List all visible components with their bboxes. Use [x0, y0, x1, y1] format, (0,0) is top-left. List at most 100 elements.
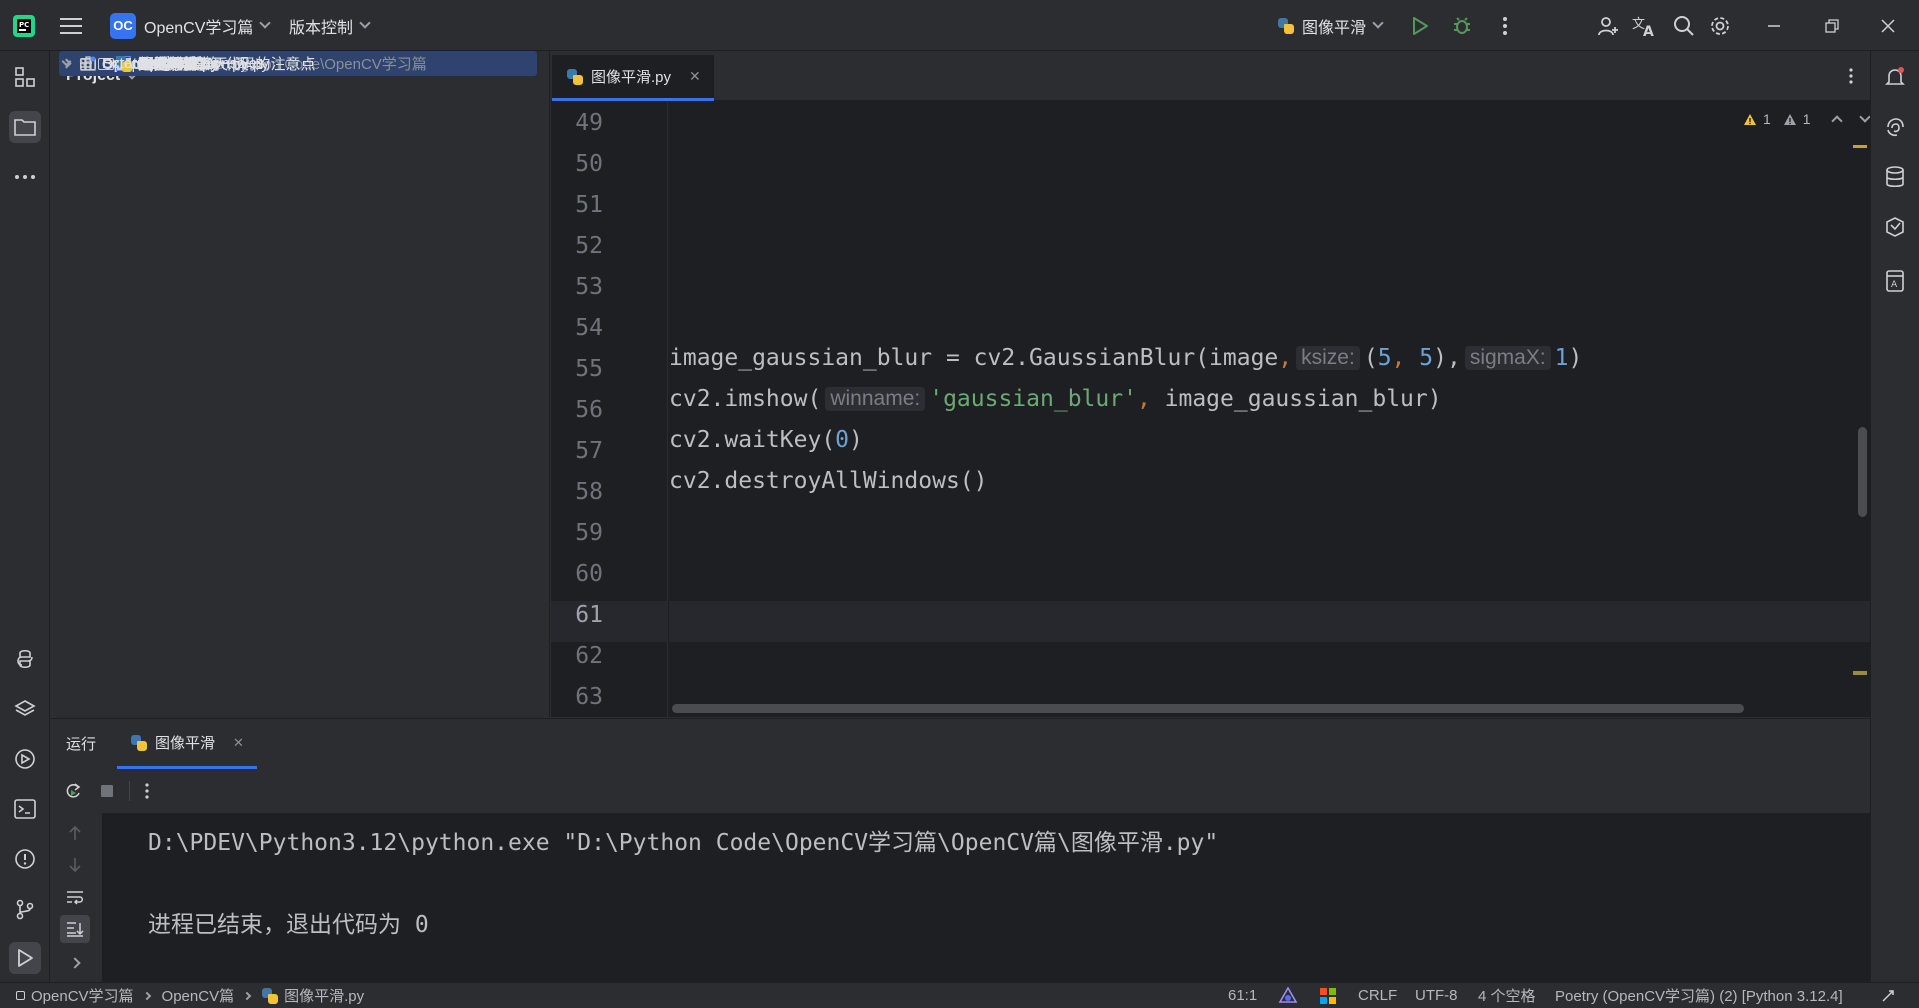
- tree-item[interactable]: Scratches and Consoles: [59, 51, 537, 76]
- debug-icon[interactable]: [1448, 12, 1476, 40]
- vcs-status-icon[interactable]: [1278, 983, 1298, 1008]
- editor-tab[interactable]: 图像平滑.py ✕: [552, 55, 714, 101]
- indent-setting[interactable]: 4 个空格: [1478, 983, 1536, 1008]
- git-branch-icon[interactable]: [9, 893, 41, 925]
- more-actions-icon[interactable]: [1492, 12, 1518, 40]
- line-number[interactable]: 51: [543, 192, 603, 218]
- line-number[interactable]: 62: [543, 643, 603, 669]
- horizontal-scrollbar[interactable]: [672, 704, 1744, 713]
- weak-warning-icon: [1783, 113, 1796, 125]
- weak-warning-count: 1: [1802, 111, 1811, 127]
- services-icon[interactable]: [9, 743, 41, 775]
- weak-warning-stripe-marker[interactable]: [1853, 671, 1867, 675]
- cursor-position[interactable]: 61:1: [1228, 983, 1257, 1008]
- translate-icon[interactable]: 文A: [1630, 12, 1660, 40]
- stop-icon[interactable]: [95, 779, 119, 803]
- file-encoding[interactable]: UTF-8: [1415, 983, 1458, 1008]
- line-number[interactable]: 58: [543, 479, 603, 505]
- line-number[interactable]: 61: [543, 602, 603, 628]
- arrow-up-icon[interactable]: [63, 821, 87, 845]
- chevron-up-icon[interactable]: [1830, 115, 1843, 127]
- python-interpreter[interactable]: Poetry (OpenCV学习篇) (2) [Python 3.12.4]: [1555, 983, 1843, 1008]
- current-line-highlight: [669, 601, 1870, 642]
- project-folder-icon[interactable]: [9, 111, 41, 143]
- notifications-bell-icon[interactable]: [1879, 61, 1911, 93]
- python-file-icon: [1278, 17, 1294, 34]
- line-number[interactable]: 63: [543, 684, 603, 710]
- layers-icon[interactable]: [9, 693, 41, 725]
- restore-icon[interactable]: [1818, 12, 1846, 40]
- arrow-down-icon[interactable]: [63, 853, 87, 877]
- line-number[interactable]: 59: [543, 520, 603, 546]
- tab-actions-icon[interactable]: [1841, 63, 1861, 89]
- python-console-icon[interactable]: [9, 643, 41, 675]
- database-icon[interactable]: [1879, 161, 1911, 193]
- line-number[interactable]: 52: [543, 233, 603, 259]
- scroll-to-end-icon[interactable]: [60, 915, 90, 943]
- line-number[interactable]: 49: [543, 110, 603, 136]
- terminal-icon[interactable]: [9, 793, 41, 825]
- breadcrumb-folder[interactable]: OpenCV篇: [162, 985, 235, 1006]
- run-tab[interactable]: 图像平滑 ✕: [117, 719, 257, 769]
- warning-stripe-marker[interactable]: [1853, 145, 1867, 148]
- status-bar: OpenCV学习篇 OpenCV篇 图像平滑.py 61:1 CRLF UTF-…: [0, 982, 1919, 1007]
- breadcrumb: OpenCV学习篇 OpenCV篇 图像平滑.py: [16, 983, 364, 1008]
- main-menu-icon[interactable]: [60, 0, 82, 51]
- console-output[interactable]: D:\PDEV\Python3.12\python.exe "D:\Python…: [102, 813, 1870, 983]
- project-panel: Project OpenCV学习篇D:\Python Code\OpenCV学习…: [51, 51, 550, 717]
- expand-chevron-icon[interactable]: [63, 951, 87, 975]
- documentation-icon[interactable]: A: [1879, 265, 1911, 297]
- run-panel: 运行 图像平滑 ✕ D:\PDEV\Python3.12\python.exe …: [51, 718, 1870, 983]
- breadcrumb-file[interactable]: 图像平滑.py: [284, 985, 364, 1006]
- vertical-scrollbar[interactable]: [1858, 427, 1867, 517]
- code-text: image_gaussian_blur = cv2.GaussianBlur(i…: [669, 345, 1279, 371]
- code-string: 'gaussian_blur': [929, 386, 1137, 412]
- add-user-icon[interactable]: [1594, 12, 1622, 40]
- inspection-widget[interactable]: 1 1: [1743, 107, 1871, 131]
- line-number[interactable]: 50: [543, 151, 603, 177]
- param-hint-winname: winname:: [825, 387, 926, 411]
- code-punct: ,: [1136, 386, 1151, 412]
- rerun-icon[interactable]: [61, 779, 85, 803]
- line-number[interactable]: 55: [543, 356, 603, 382]
- chevron-right-icon[interactable]: [59, 57, 73, 71]
- line-number[interactable]: 53: [543, 274, 603, 300]
- console-side-toolbar: [51, 813, 102, 983]
- code-punct: ,: [1278, 345, 1293, 371]
- line-number[interactable]: 54: [543, 315, 603, 341]
- run-icon[interactable]: [1406, 12, 1434, 40]
- chevron-down-icon: [259, 17, 272, 29]
- close-tab-icon[interactable]: ✕: [689, 68, 701, 85]
- breadcrumb-project[interactable]: OpenCV学习篇: [31, 985, 134, 1006]
- settings-gear-icon[interactable]: [1706, 12, 1734, 40]
- vcs-menu[interactable]: 版本控制: [289, 0, 371, 51]
- close-tab-icon[interactable]: ✕: [233, 735, 244, 751]
- run-config-label: 图像平滑: [1302, 19, 1367, 37]
- more-tools-icon[interactable]: [9, 161, 41, 193]
- structure-icon[interactable]: [9, 61, 41, 93]
- windows-icon[interactable]: [1320, 983, 1336, 1008]
- param-hint-ksize: ksize:: [1296, 346, 1360, 370]
- minimize-icon[interactable]: [1760, 12, 1788, 40]
- lock-icon[interactable]: [1880, 983, 1896, 1008]
- chevron-down-icon[interactable]: [1858, 110, 1871, 123]
- problems-icon[interactable]: [9, 843, 41, 875]
- soft-wrap-icon[interactable]: [63, 885, 87, 909]
- close-icon[interactable]: [1874, 12, 1902, 40]
- more-options-icon[interactable]: [137, 779, 157, 803]
- line-number[interactable]: 60: [543, 561, 603, 587]
- project-switcher[interactable]: OC OpenCV学习篇: [110, 0, 272, 51]
- line-number[interactable]: 56: [543, 397, 603, 423]
- line-number[interactable]: 57: [543, 438, 603, 464]
- code-text: cv2.destroyAllWindows(): [669, 468, 988, 494]
- pycharm-logo-icon[interactable]: PC: [12, 0, 36, 51]
- line-separator[interactable]: CRLF: [1358, 983, 1397, 1008]
- ai-assistant-icon[interactable]: [1879, 111, 1911, 143]
- code-area[interactable]: image_gaussian_blur = cv2.GaussianBlur(i…: [669, 102, 1870, 717]
- run-tool-icon[interactable]: [9, 942, 41, 974]
- search-icon[interactable]: [1670, 12, 1698, 40]
- sciview-icon[interactable]: [1879, 211, 1911, 243]
- warning-count: 1: [1763, 111, 1771, 127]
- console-exit-line: 进程已结束，退出代码为 0: [148, 912, 429, 938]
- run-config-selector[interactable]: 图像平滑: [1278, 0, 1384, 51]
